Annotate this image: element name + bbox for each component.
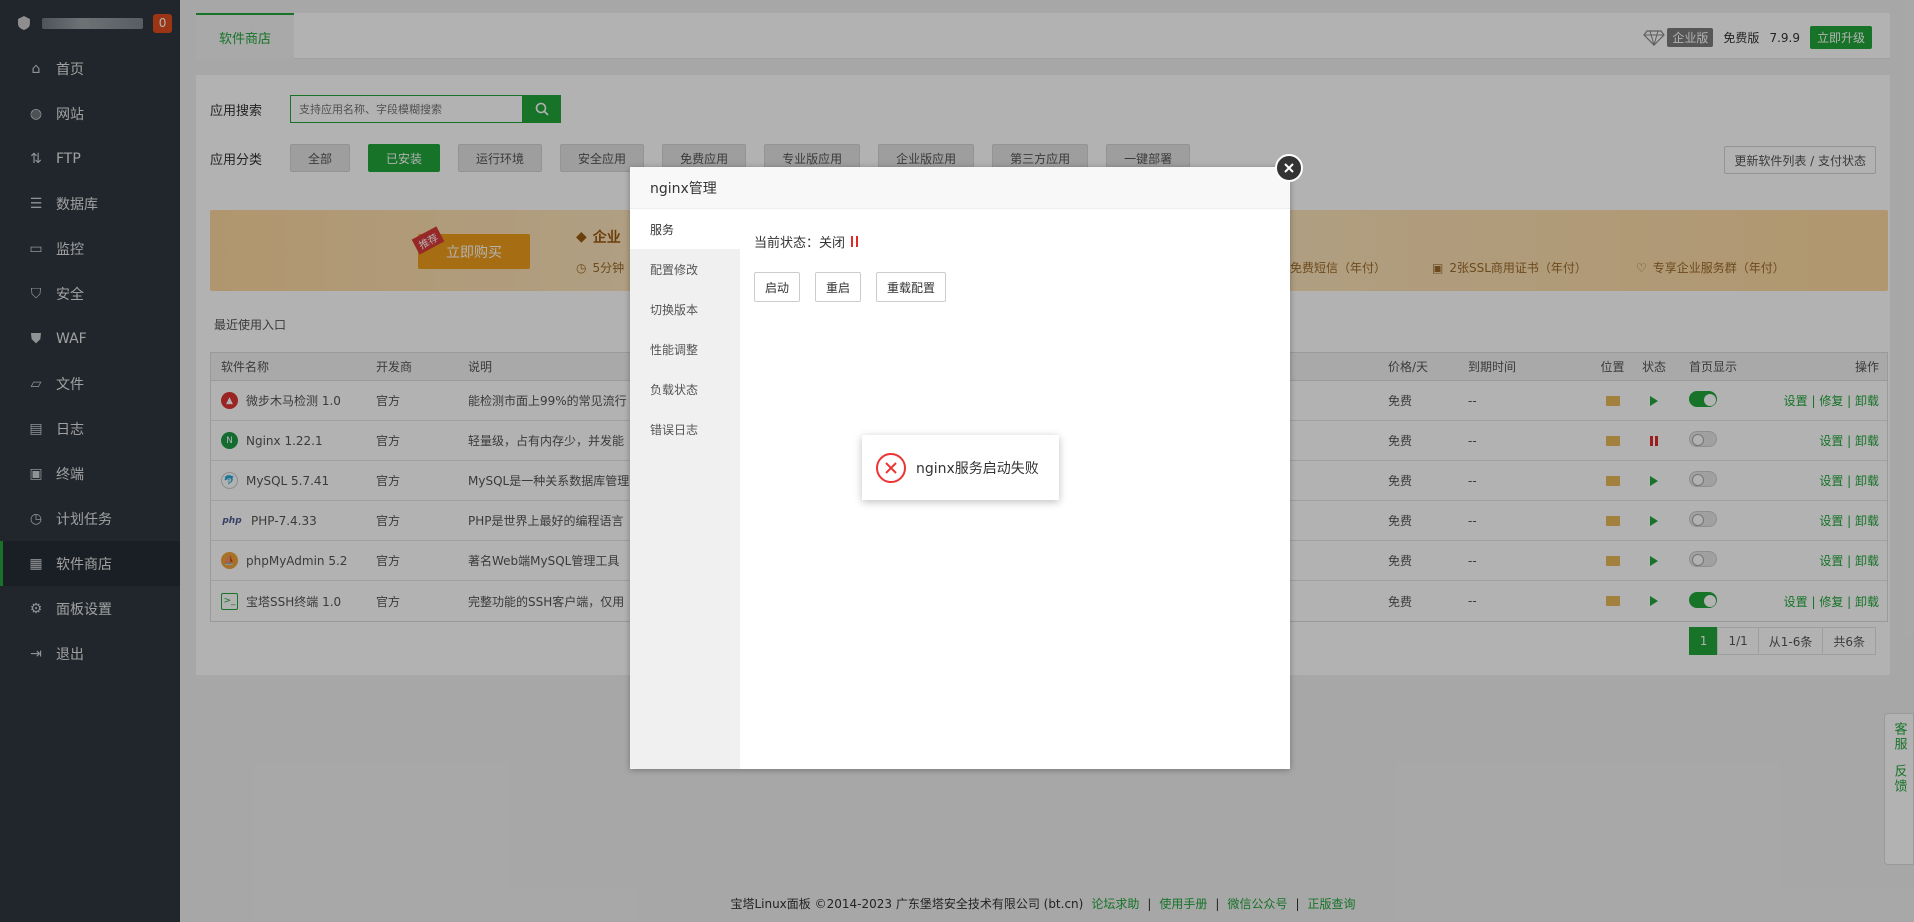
modal-menu-item-5[interactable]: 错误日志 <box>630 409 740 449</box>
modal-menu-item-4[interactable]: 负载状态 <box>630 369 740 409</box>
service-status: 当前状态：关闭 <box>754 232 1276 251</box>
modal-title: nginx管理 <box>630 167 1290 209</box>
error-toast: nginx服务启动失败 <box>862 435 1059 500</box>
toast-message: nginx服务启动失败 <box>916 460 1039 477</box>
stopped-icon <box>851 236 859 247</box>
restart-button[interactable]: 重启 <box>815 272 862 302</box>
modal-menu-item-0[interactable]: 服务 <box>630 209 740 249</box>
close-icon <box>1284 163 1294 173</box>
status-text: 当前状态：关闭 <box>754 236 846 251</box>
modal-close-button[interactable] <box>1275 154 1303 182</box>
start-button[interactable]: 启动 <box>754 272 801 302</box>
modal-side-menu: 服务 配置修改 切换版本 性能调整 负载状态 错误日志 <box>630 209 740 769</box>
error-icon <box>876 452 906 483</box>
reload-config-button[interactable]: 重载配置 <box>876 272 947 302</box>
modal-menu-item-2[interactable]: 切换版本 <box>630 289 740 329</box>
modal-menu-item-1[interactable]: 配置修改 <box>630 249 740 289</box>
modal-menu-item-3[interactable]: 性能调整 <box>630 329 740 369</box>
